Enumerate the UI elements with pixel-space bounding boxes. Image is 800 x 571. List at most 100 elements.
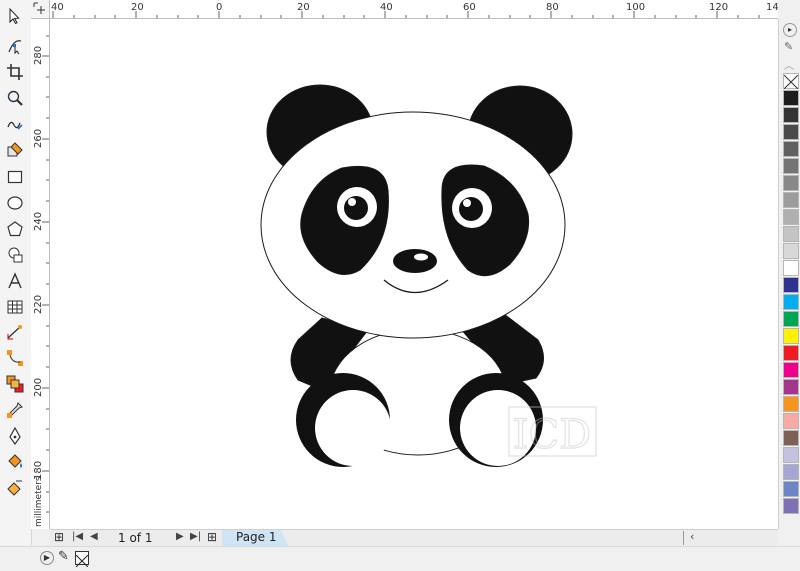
- ellipse-tool-button[interactable]: [4, 193, 26, 213]
- palette-menu-icon[interactable]: ▸: [783, 23, 797, 37]
- vertical-ruler[interactable]: 280 260 240 220 200 180 millimeters: [31, 19, 50, 529]
- text-tool-button[interactable]: [4, 271, 26, 291]
- blend-icon: [6, 375, 24, 393]
- palette-swatch[interactable]: [783, 498, 799, 514]
- page-counter: 1 of 1: [118, 531, 153, 545]
- fill-status-swatch[interactable]: [75, 551, 89, 568]
- crop-icon: [7, 64, 23, 80]
- panda-right-pupil: [459, 197, 483, 221]
- dimension-icon: [7, 325, 22, 340]
- scroll-separator: [683, 531, 684, 545]
- palette-swatch[interactable]: [783, 413, 799, 429]
- palette-swatch[interactable]: [783, 481, 799, 497]
- vruler-label: 260: [33, 129, 44, 148]
- crop-tool-button[interactable]: [4, 62, 26, 82]
- connector-icon: [7, 350, 23, 366]
- hruler-label: 20: [131, 2, 144, 13]
- palette-swatch[interactable]: [783, 90, 799, 106]
- panda-left-pupil: [344, 196, 368, 220]
- panda-nose[interactable]: [393, 249, 437, 273]
- watermark-logo: ICD: [508, 406, 597, 459]
- next-page-button[interactable]: ▶: [176, 531, 184, 542]
- palette-swatch[interactable]: [783, 345, 799, 361]
- palette-swatch[interactable]: [783, 260, 799, 276]
- interactive-fill-tool-button[interactable]: [4, 478, 26, 498]
- palette-eyedropper-icon[interactable]: ✎: [784, 40, 793, 53]
- panda-left-foot-pad[interactable]: [315, 390, 391, 466]
- palette-swatch[interactable]: [783, 124, 799, 140]
- scroll-left-button[interactable]: ‹: [690, 530, 694, 543]
- palette-scroll-up-icon[interactable]: ︿: [784, 57, 794, 72]
- palette-swatch[interactable]: [783, 192, 799, 208]
- ruler-origin-icon: [33, 2, 45, 14]
- last-page-button[interactable]: ▶|: [190, 531, 201, 542]
- freehand-tool-button[interactable]: [4, 114, 26, 134]
- vruler-label: 200: [33, 378, 44, 397]
- page-tab-1[interactable]: Page 1: [222, 530, 289, 546]
- fill-tool-button[interactable]: [4, 452, 26, 472]
- text-a-icon: [8, 272, 22, 289]
- hruler-label: 80: [546, 2, 559, 13]
- palette-swatch[interactable]: [783, 175, 799, 191]
- smart-fill-icon: [7, 142, 23, 157]
- panda-illustration[interactable]: ICD: [50, 19, 778, 529]
- palette-swatch[interactable]: [783, 226, 799, 242]
- palette-swatch[interactable]: [783, 311, 799, 327]
- basic-shapes-icon: [8, 247, 23, 263]
- polygon-tool-button[interactable]: [4, 219, 26, 239]
- blend-tool-button[interactable]: [4, 374, 26, 394]
- polygon-icon: [7, 221, 23, 237]
- ruler-origin-corner[interactable]: [31, 0, 50, 19]
- horizontal-ruler[interactable]: 40 20 0 20 40 60 80 100 120 14: [50, 0, 778, 19]
- palette-swatch[interactable]: [783, 294, 799, 310]
- palette-swatch[interactable]: [783, 277, 799, 293]
- eyedropper-tool-button[interactable]: [4, 400, 26, 420]
- ellipse-icon: [7, 196, 23, 210]
- vruler-label: 280: [33, 46, 44, 65]
- hruler-label: 14: [766, 2, 778, 13]
- palette-swatch[interactable]: [783, 362, 799, 378]
- ruler-unit-label: millimeters: [34, 476, 44, 527]
- page-navigation-bar: ⊞ |◀ ◀ 1 of 1 ▶ ▶| ⊞ Page 1 ‹: [50, 529, 778, 546]
- color-palette: ▸ ✎ ︿: [778, 19, 800, 529]
- pen-nib-icon: [9, 427, 21, 445]
- add-page-after-button[interactable]: ⊞: [207, 530, 217, 544]
- palette-swatch[interactable]: [783, 396, 799, 412]
- connector-tool-button[interactable]: [4, 348, 26, 368]
- status-eyedropper-icon[interactable]: ✎: [58, 549, 69, 564]
- basic-shapes-tool-button[interactable]: [4, 245, 26, 265]
- pick-tool-button[interactable]: [4, 6, 26, 26]
- dimension-tool-button[interactable]: [4, 322, 26, 342]
- palette-swatch[interactable]: [783, 379, 799, 395]
- drawing-canvas[interactable]: ICD: [50, 19, 778, 529]
- outline-pen-tool-button[interactable]: [4, 426, 26, 446]
- toolbox: [0, 0, 32, 545]
- rectangle-tool-button[interactable]: [4, 167, 26, 187]
- palette-swatch[interactable]: [783, 243, 799, 259]
- interactive-fill-icon: [7, 480, 22, 496]
- status-menu-icon[interactable]: ▶: [40, 551, 54, 565]
- no-color-swatch[interactable]: [783, 73, 799, 90]
- palette-swatch[interactable]: [783, 141, 799, 157]
- node-edit-icon: [8, 40, 22, 55]
- zoom-tool-button[interactable]: [4, 88, 26, 108]
- palette-swatch[interactable]: [783, 158, 799, 174]
- palette-swatch[interactable]: [783, 107, 799, 123]
- shape-tool-button[interactable]: [4, 36, 26, 56]
- vertical-ruler-ticks: 280 260 240 220 200 180 millimeters: [33, 35, 49, 527]
- hruler-label: 20: [297, 2, 310, 13]
- previous-page-button[interactable]: ◀: [90, 531, 98, 542]
- hruler-label: 60: [463, 2, 476, 13]
- smart-fill-tool-button[interactable]: [4, 140, 26, 160]
- palette-swatch[interactable]: [783, 209, 799, 225]
- palette-swatch[interactable]: [783, 447, 799, 463]
- hruler-label: 40: [380, 2, 393, 13]
- paint-bucket-icon: [8, 454, 22, 468]
- add-page-before-button[interactable]: ⊞: [54, 530, 64, 544]
- table-tool-button[interactable]: [4, 297, 26, 317]
- palette-swatch[interactable]: [783, 464, 799, 480]
- first-page-button[interactable]: |◀: [72, 531, 83, 542]
- vruler-label: 240: [33, 212, 44, 231]
- palette-swatch[interactable]: [783, 430, 799, 446]
- palette-swatch[interactable]: [783, 328, 799, 344]
